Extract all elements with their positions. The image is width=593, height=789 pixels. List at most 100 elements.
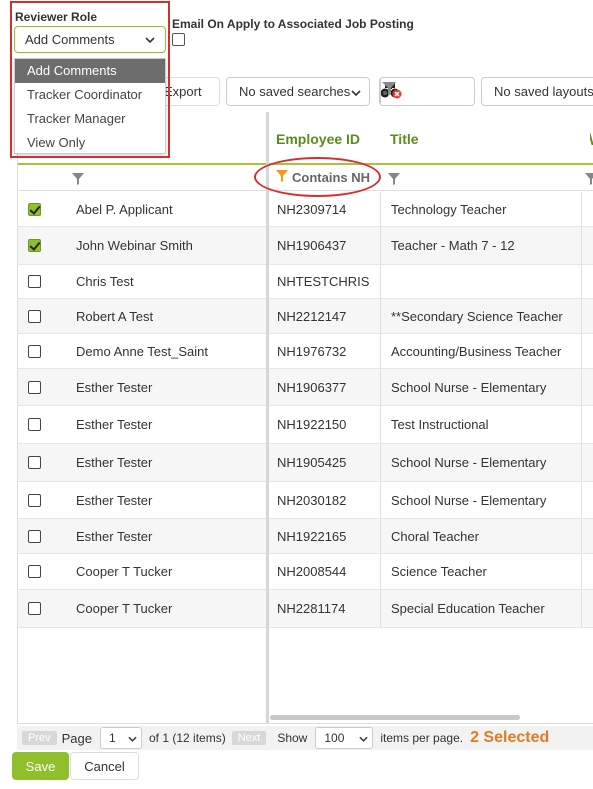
employee-id-cell: NH2030182	[277, 492, 347, 508]
employee-id-filter[interactable]: Contains NH	[276, 170, 370, 185]
employee-id-cell: NH1922165	[277, 528, 347, 544]
chevron-down-icon	[359, 731, 368, 745]
table-row[interactable]: Esther Tester NH1906377 School Nurse - Ele…	[18, 369, 593, 406]
table-row[interactable]: Esther Tester NH2030182 School Nurse - Ele…	[18, 482, 593, 519]
reviewer-role-value: Add Comments	[25, 32, 115, 47]
column-divider	[380, 192, 381, 226]
role-option-tracker-manager[interactable]: Tracker Manager	[15, 107, 165, 131]
applicant-name-cell: John Webinar Smith	[76, 238, 193, 253]
clear-filter-button[interactable]	[380, 78, 403, 105]
prev-page-button[interactable]: Prev	[22, 731, 57, 745]
applicant-name-cell: Robert A Test	[76, 308, 154, 324]
applicant-name-cell: Cooper T Tucker	[76, 601, 173, 616]
row-checkbox-cell	[28, 554, 41, 589]
per-page-suffix: items per page.	[380, 731, 464, 745]
row-checkbox-cell	[28, 369, 41, 405]
table-row[interactable]: Esther Tester NH1922150 Test Instructional	[18, 406, 593, 444]
column-divider	[581, 554, 582, 589]
employee-id-cell: NH2212147	[277, 308, 347, 324]
saved-layouts-select[interactable]: No saved layouts	[481, 77, 593, 106]
employee-id-cell: NH2008544	[277, 564, 347, 579]
column-divider	[380, 554, 381, 589]
column-divider	[581, 590, 582, 627]
column-divider	[380, 482, 381, 518]
email-on-apply-label: Email On Apply to Associated Job Posting	[172, 17, 414, 31]
reviewer-role-dropdown: Add Comments Tracker Coordinator Tracker…	[14, 58, 166, 154]
cancel-button[interactable]: Cancel	[70, 752, 139, 780]
applicant-name-cell: Esther Tester	[76, 492, 153, 508]
row-checkbox[interactable]	[28, 380, 41, 394]
row-checkbox-cell	[28, 590, 41, 627]
row-checkbox[interactable]	[28, 239, 41, 252]
employee-id-cell: NH2281174	[277, 601, 346, 616]
table-row[interactable]: Robert A Test NH2212147 **Secondary Scienc…	[18, 299, 593, 334]
save-button[interactable]: Save	[12, 752, 69, 780]
row-checkbox[interactable]	[28, 456, 41, 469]
saved-searches-value: No saved searches	[239, 84, 351, 99]
column-divider	[581, 334, 582, 368]
table-row[interactable]: Cooper T Tucker NH2281174 Special Educatio…	[18, 590, 593, 628]
row-checkbox[interactable]	[28, 529, 41, 543]
column-divider	[581, 192, 582, 226]
column-divider	[380, 369, 381, 405]
export-button[interactable]: Export	[158, 77, 220, 106]
column-header-employee-id[interactable]: Employee ID	[276, 112, 360, 165]
table-row[interactable]: Chris Test NHTESTCHRIS	[18, 265, 593, 299]
per-page-select[interactable]: 100	[315, 727, 374, 749]
row-checkbox[interactable]	[28, 565, 41, 578]
table-row[interactable]: Cooper T Tucker NH2008544 Science Teacher	[18, 554, 593, 590]
applicant-name-cell: Esther Tester	[76, 417, 153, 432]
row-checkbox-cell	[28, 192, 41, 226]
reviewer-role-select[interactable]: Add Comments	[14, 26, 166, 53]
title-cell: School Nurse - Elementary	[391, 492, 547, 508]
show-label: Show	[277, 731, 308, 745]
table-row[interactable]: Abel P. Applicant NH2309714 Technology Tea…	[18, 192, 593, 227]
email-on-apply-checkbox[interactable]	[172, 33, 185, 46]
horizontal-scrollbar[interactable]	[270, 715, 520, 720]
table-row[interactable]: Esther Tester NH1922165 Choral Teacher	[18, 519, 593, 554]
employee-id-cell: NH1906377	[277, 379, 347, 395]
column-header-title[interactable]: Title	[390, 112, 419, 165]
frozen-column-divider[interactable]	[266, 112, 269, 723]
title-cell: School Nurse - Elementary	[391, 455, 547, 470]
next-page-button[interactable]: Next	[231, 731, 267, 745]
role-option-tracker-coordinator[interactable]: Tracker Coordinator	[15, 83, 165, 107]
row-checkbox-cell	[28, 406, 41, 443]
applicant-name-cell: Demo Anne Test_Saint	[76, 343, 209, 359]
grid-pager: Prev Page 1 of 1 (12 items) Next Show 10…	[17, 726, 593, 750]
role-option-add-comments[interactable]: Add Comments	[15, 59, 165, 83]
table-row[interactable]: Demo Anne Test_Saint NH1976732 Accounting/…	[18, 334, 593, 369]
row-checkbox[interactable]	[28, 275, 41, 288]
applicant-name-cell: Esther Tester	[76, 528, 153, 544]
filter-icon[interactable]	[585, 173, 593, 185]
row-checkbox-cell	[28, 227, 41, 264]
row-checkbox[interactable]	[28, 309, 41, 323]
row-checkbox-cell	[28, 265, 41, 298]
table-row[interactable]: Esther Tester NH1905425 School Nurse - Ele…	[18, 444, 593, 482]
row-checkbox[interactable]	[28, 418, 41, 431]
filter-icon[interactable]	[72, 173, 84, 185]
applicant-name-cell: Esther Tester	[76, 455, 153, 470]
row-checkbox-cell	[28, 519, 41, 553]
row-checkbox-cell	[28, 334, 41, 368]
applicant-grid: Employee ID Title Contains NH Abel P. Ap…	[17, 112, 593, 724]
employee-id-cell: NH2309714	[277, 201, 347, 217]
table-row[interactable]: John Webinar Smith NH1906437 Teacher - Mat…	[18, 227, 593, 265]
row-checkbox[interactable]	[28, 344, 41, 358]
row-checkbox[interactable]	[28, 202, 41, 216]
row-checkbox[interactable]	[28, 493, 41, 507]
title-cell: Test Instructional	[391, 417, 489, 432]
title-cell: Special Education Teacher	[391, 601, 545, 616]
column-divider	[380, 406, 381, 443]
title-cell: School Nurse - Elementary	[391, 379, 547, 395]
column-divider	[581, 227, 582, 264]
employee-id-cell: NH1976732	[277, 343, 347, 359]
filter-icon[interactable]	[388, 173, 400, 185]
column-divider	[380, 590, 381, 627]
column-divider	[380, 444, 381, 481]
saved-searches-select[interactable]: No saved searches	[226, 77, 370, 106]
row-checkbox[interactable]	[28, 602, 41, 615]
title-cell: Accounting/Business Teacher	[391, 343, 562, 359]
role-option-view-only[interactable]: View Only	[15, 131, 165, 155]
page-select[interactable]: 1	[100, 727, 142, 749]
